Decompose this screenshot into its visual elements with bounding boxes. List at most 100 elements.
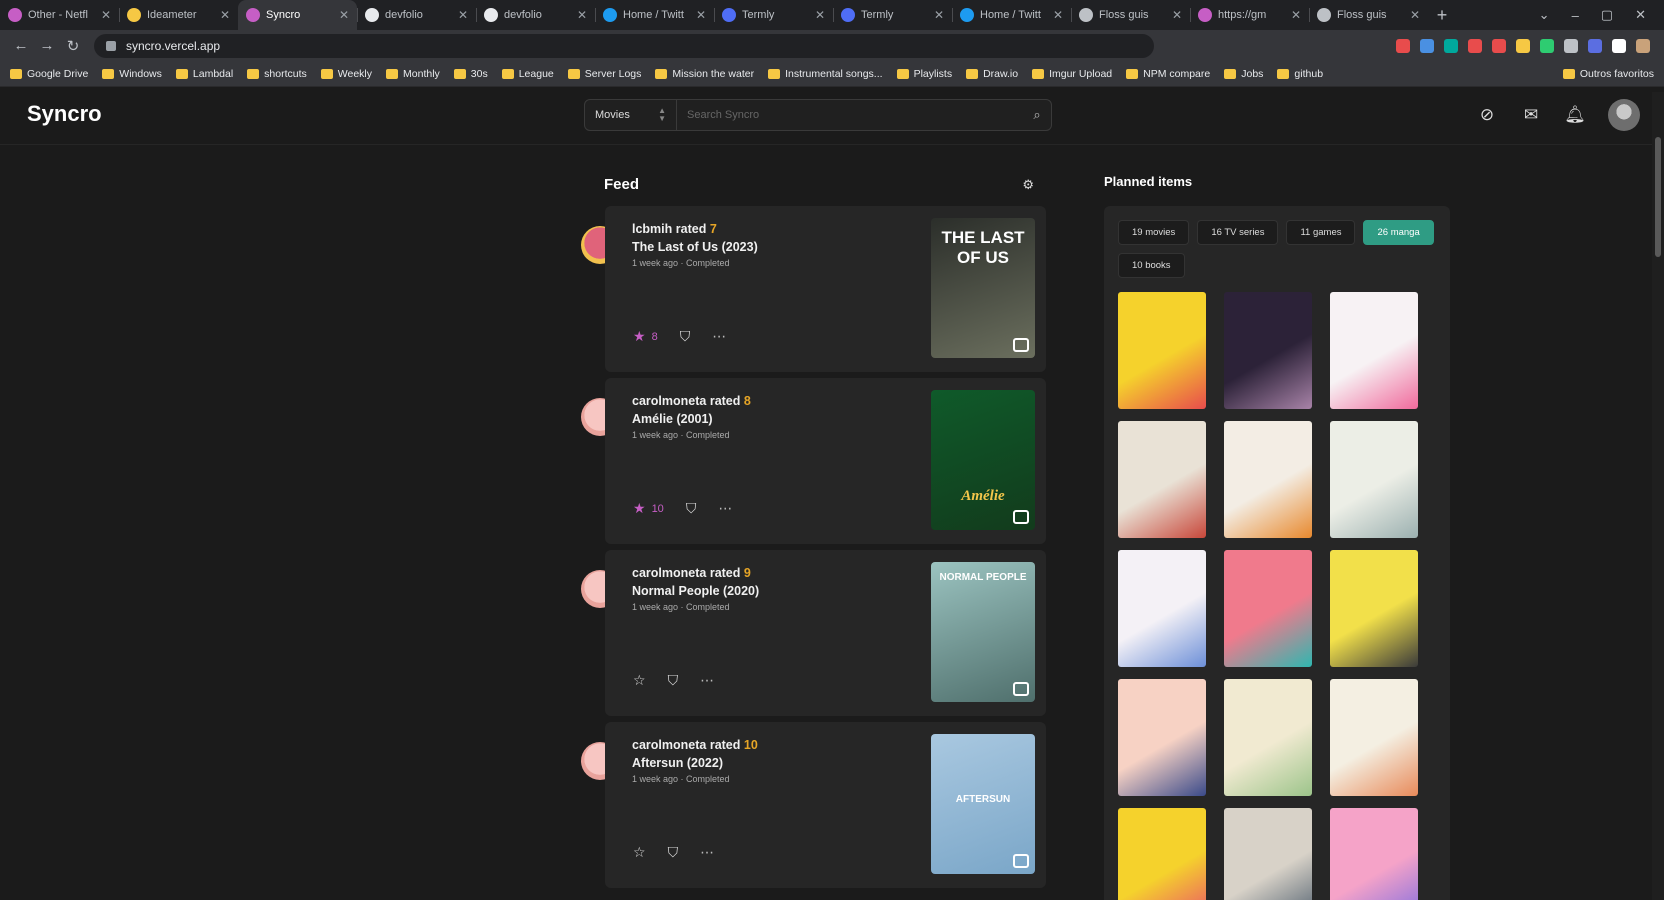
filter-chip[interactable]: 11 games	[1286, 220, 1356, 245]
bookmark-item[interactable]: 30s	[453, 68, 488, 80]
manga-cover[interactable]	[1224, 550, 1312, 667]
bookmark-item[interactable]: Monthly	[386, 68, 440, 80]
reload-button[interactable]: ↻	[60, 33, 86, 59]
browser-tab[interactable]: Floss guis ✕	[1309, 0, 1428, 30]
bookmark-item[interactable]: github	[1277, 68, 1323, 80]
bookmark-item[interactable]: Lambdal	[175, 68, 233, 80]
media-title[interactable]: Normal People (2020)	[632, 584, 912, 598]
feed-card[interactable]: carolmoneta rated 10 Aftersun (2022) 1 wee…	[605, 722, 1046, 888]
browser-tab[interactable]: Termly ✕	[833, 0, 952, 30]
bookmark-item[interactable]: League	[501, 68, 554, 80]
close-window-button[interactable]: ✕	[1635, 7, 1646, 23]
manga-cover[interactable]	[1118, 808, 1206, 900]
bookmark-item[interactable]: Server Logs	[567, 68, 641, 80]
maximize-button[interactable]: ▢	[1601, 7, 1613, 23]
extension-icon[interactable]	[1636, 38, 1650, 53]
search-category-select[interactable]: Movies ▲ ▼	[585, 100, 677, 130]
manga-cover[interactable]	[1224, 421, 1312, 538]
extension-icon[interactable]	[1444, 38, 1458, 53]
more-icon[interactable]: ⋯	[700, 672, 714, 689]
username-link[interactable]: carolmoneta	[632, 566, 706, 580]
bookmark-item[interactable]: Google Drive	[10, 68, 88, 80]
username-link[interactable]: carolmoneta	[632, 738, 706, 752]
bookmark-other[interactable]: Outros favoritos	[1562, 68, 1654, 80]
new-tab-button[interactable]: +	[1428, 0, 1456, 30]
media-title[interactable]: Aftersun (2022)	[632, 756, 912, 770]
filter-chip[interactable]: 16 TV series	[1197, 220, 1279, 245]
star-icon[interactable]: ☆	[633, 844, 646, 861]
explore-icon[interactable]: ⊘	[1476, 104, 1498, 126]
bookmark-item[interactable]: shortcuts	[247, 68, 307, 80]
star-icon[interactable]: ☆	[633, 672, 646, 689]
more-icon[interactable]: ⋯	[712, 328, 726, 345]
bookmark-item[interactable]: Mission the water	[655, 68, 754, 80]
browser-tab[interactable]: devfolio ✕	[357, 0, 476, 30]
filter-chip[interactable]: 19 movies	[1118, 220, 1190, 245]
manga-cover[interactable]	[1224, 292, 1312, 409]
manga-cover[interactable]	[1118, 679, 1206, 796]
more-icon[interactable]: ⋯	[700, 844, 714, 861]
close-tab-icon[interactable]: ✕	[1053, 8, 1063, 22]
close-tab-icon[interactable]: ✕	[458, 8, 468, 22]
omnibox[interactable]: syncro.vercel.app	[94, 33, 1154, 58]
bell-icon[interactable]: 🔔︎	[1564, 104, 1586, 126]
bookmark-item[interactable]: Windows	[102, 68, 162, 80]
more-icon[interactable]: ⋯	[718, 500, 732, 517]
manga-cover[interactable]	[1224, 808, 1312, 900]
close-tab-icon[interactable]: ✕	[934, 8, 944, 22]
browser-tab[interactable]: Syncro ✕	[238, 0, 357, 30]
close-tab-icon[interactable]: ✕	[1291, 8, 1301, 22]
feed-card[interactable]: carolmoneta rated 9 Normal People (2020) 1…	[605, 550, 1046, 716]
media-poster[interactable]: THE LAST OF US	[931, 218, 1035, 358]
back-button[interactable]: ←	[8, 33, 34, 59]
star-icon[interactable]: ★	[633, 500, 646, 517]
media-poster[interactable]: Amélie	[931, 390, 1035, 530]
browser-tab[interactable]: Termly ✕	[714, 0, 833, 30]
close-tab-icon[interactable]: ✕	[220, 8, 230, 22]
minimize-button[interactable]: –	[1572, 8, 1579, 23]
extension-icon[interactable]	[1468, 38, 1482, 53]
browser-tab[interactable]: Home / Twitt ✕	[952, 0, 1071, 30]
feed-card[interactable]: carolmoneta rated 8 Amélie (2001) 1 week a…	[605, 378, 1046, 544]
username-link[interactable]: carolmoneta	[632, 394, 706, 408]
bookmark-item[interactable]: NPM compare	[1126, 68, 1210, 80]
search-icon[interactable]: ⌕	[1023, 107, 1051, 123]
manga-cover[interactable]	[1118, 550, 1206, 667]
star-icon[interactable]: ★	[633, 328, 646, 345]
manga-cover[interactable]	[1330, 421, 1418, 538]
extension-icon[interactable]	[1588, 38, 1602, 53]
bookmark-item[interactable]: Weekly	[320, 68, 372, 80]
close-tab-icon[interactable]: ✕	[577, 8, 587, 22]
close-tab-icon[interactable]: ✕	[1172, 8, 1182, 22]
extension-icon[interactable]	[1540, 38, 1554, 53]
extension-icon[interactable]	[1420, 38, 1434, 53]
extension-icon[interactable]	[1396, 38, 1410, 53]
bookmark-icon[interactable]: ⛉	[680, 328, 691, 345]
filter-chip[interactable]: 26 manga	[1363, 220, 1434, 245]
bookmark-item[interactable]: Imgur Upload	[1032, 68, 1112, 80]
close-tab-icon[interactable]: ✕	[696, 8, 706, 22]
user-avatar[interactable]	[1608, 99, 1640, 131]
gear-icon[interactable]: ⚙	[1022, 177, 1034, 193]
close-tab-icon[interactable]: ✕	[101, 8, 111, 22]
extension-icon[interactable]	[1564, 38, 1578, 53]
manga-cover[interactable]	[1118, 292, 1206, 409]
tab-search-icon[interactable]: ⌄	[1539, 7, 1550, 23]
media-title[interactable]: Amélie (2001)	[632, 412, 912, 426]
close-tab-icon[interactable]: ✕	[1410, 8, 1420, 22]
manga-cover[interactable]	[1330, 808, 1418, 900]
manga-cover[interactable]	[1330, 292, 1418, 409]
forward-button[interactable]: →	[34, 33, 60, 59]
close-tab-icon[interactable]: ✕	[339, 8, 349, 22]
browser-tab[interactable]: devfolio ✕	[476, 0, 595, 30]
inbox-icon[interactable]: ✉	[1520, 104, 1542, 126]
bookmark-item[interactable]: Instrumental songs...	[768, 68, 883, 80]
manga-cover[interactable]	[1330, 550, 1418, 667]
bookmark-item[interactable]: Jobs	[1224, 68, 1263, 80]
bookmark-icon[interactable]: ⛉	[668, 844, 679, 861]
scrollbar-thumb[interactable]	[1655, 137, 1661, 257]
bookmark-item[interactable]: Playlists	[896, 68, 952, 80]
username-link[interactable]: lcbmih	[632, 222, 672, 236]
bookmark-item[interactable]: Draw.io	[966, 68, 1018, 80]
browser-tab[interactable]: Floss guis ✕	[1071, 0, 1190, 30]
